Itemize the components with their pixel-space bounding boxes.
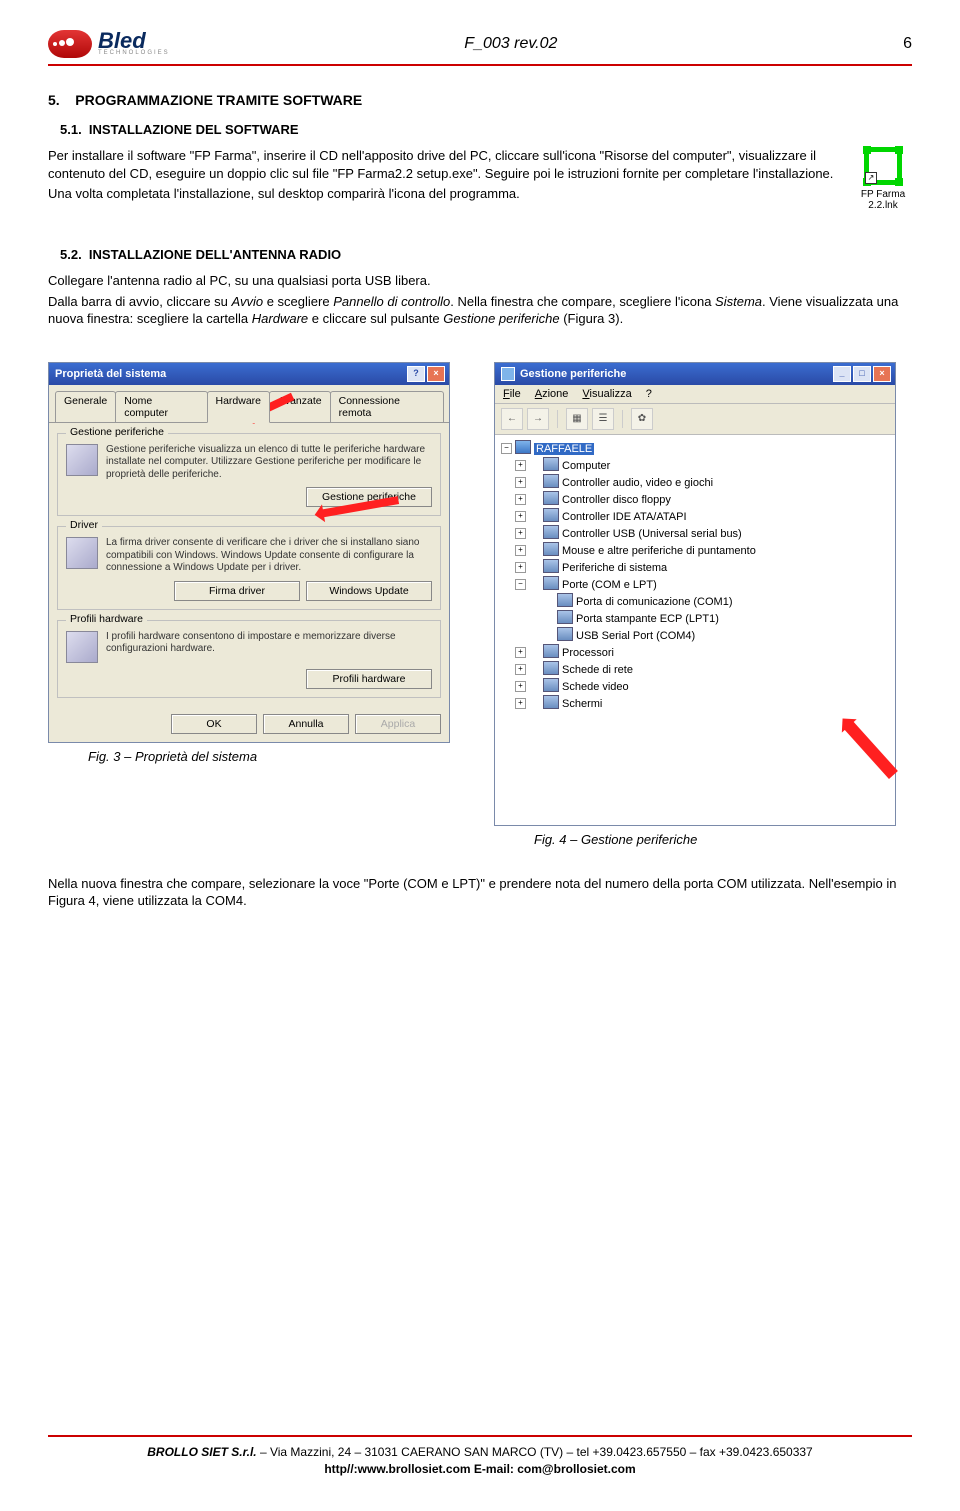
close-button[interactable]: × bbox=[873, 366, 891, 382]
figure-4-caption: Fig. 4 – Gestione periferiche bbox=[494, 832, 912, 847]
tree-item-ports[interactable]: −Porte (COM e LPT) bbox=[515, 575, 889, 592]
section-5-2-heading: 5.2. INSTALLAZIONE DELL'ANTENNA RADIO bbox=[60, 247, 912, 262]
page-footer: BROLLO SIET S.r.l. – Via Mazzini, 24 – 3… bbox=[48, 1433, 912, 1490]
firma-driver-button[interactable]: Firma driver bbox=[174, 581, 300, 601]
system-properties-dialog: Proprietà del sistema ? × Generale Nome … bbox=[48, 362, 450, 743]
footer-company: BROLLO SIET S.r.l. bbox=[147, 1445, 256, 1459]
paragraph-5-2-b: Dalla barra di avvio, cliccare su Avvio … bbox=[48, 293, 912, 328]
menu-azione[interactable]: Azione bbox=[535, 388, 569, 400]
tree-item[interactable]: +Schermi bbox=[515, 694, 889, 711]
profile-icon bbox=[66, 631, 98, 663]
tree-item[interactable]: +Processori bbox=[515, 643, 889, 660]
paragraph-5-1-a: Per installare il software "FP Farma", i… bbox=[48, 147, 838, 182]
menu-file[interactable]: File bbox=[503, 388, 521, 400]
fp-farma-desktop-icon: ↗ FP Farma 2.2.lnk bbox=[854, 147, 912, 211]
tree-item[interactable]: +Mouse e altre periferiche di puntamento bbox=[515, 541, 889, 558]
logo-text: Bled bbox=[98, 32, 170, 51]
tree-item[interactable]: +Controller USB (Universal serial bus) bbox=[515, 524, 889, 541]
toolbar-icon[interactable]: ☰ bbox=[592, 408, 614, 430]
device-tree[interactable]: −RAFFAELE +Computer +Controller audio, v… bbox=[495, 435, 895, 825]
tab-connessione-remota[interactable]: Connessione remota bbox=[330, 391, 444, 422]
apply-button[interactable]: Applica bbox=[355, 714, 441, 734]
tree-leaf-usb-com4[interactable]: USB Serial Port (COM4) bbox=[529, 626, 889, 643]
tree-item[interactable]: +Schede di rete bbox=[515, 660, 889, 677]
tree-leaf[interactable]: Porta di comunicazione (COM1) bbox=[529, 592, 889, 609]
driver-icon bbox=[66, 537, 98, 569]
closing-paragraph: Nella nuova finestra che compare, selezi… bbox=[48, 875, 912, 910]
close-button[interactable]: × bbox=[427, 366, 445, 382]
desktop-icon-caption: FP Farma 2.2.lnk bbox=[854, 189, 912, 211]
menu-help[interactable]: ? bbox=[646, 388, 652, 400]
company-logo: Bled TECHNOLOGIES bbox=[48, 30, 170, 58]
window-title: Gestione periferiche bbox=[520, 368, 626, 380]
document-header: Bled TECHNOLOGIES F_003 rev.02 6 bbox=[48, 30, 912, 62]
tab-nome-computer[interactable]: Nome computer bbox=[115, 391, 207, 422]
cancel-button[interactable]: Annulla bbox=[263, 714, 349, 734]
minimize-button[interactable]: _ bbox=[833, 366, 851, 382]
tree-item[interactable]: +Computer bbox=[515, 456, 889, 473]
tree-item[interactable]: +Controller disco floppy bbox=[515, 490, 889, 507]
section-5-1-heading: 5.1. INSTALLAZIONE DEL SOFTWARE bbox=[60, 122, 912, 137]
tree-item[interactable]: +Controller IDE ATA/ATAPI bbox=[515, 507, 889, 524]
paragraph-5-2-a: Collegare l'antenna radio al PC, su una … bbox=[48, 272, 912, 290]
dialog-title: Proprietà del sistema bbox=[55, 368, 166, 380]
tree-root[interactable]: −RAFFAELE bbox=[501, 439, 889, 456]
forward-button[interactable]: → bbox=[527, 408, 549, 430]
footer-web: http//:www.brollosiet.com E-mail: com@br… bbox=[48, 1462, 912, 1476]
group-driver: Driver La firma driver consente di verif… bbox=[57, 526, 441, 610]
tab-strip: Generale Nome computer Hardware Avanzate… bbox=[49, 385, 449, 423]
tree-item[interactable]: +Schede video bbox=[515, 677, 889, 694]
paragraph-5-1-b: Una volta completata l'installazione, su… bbox=[48, 185, 838, 203]
toolbar-icon[interactable]: ✿ bbox=[631, 408, 653, 430]
figure-3-caption: Fig. 3 – Proprietà del sistema bbox=[48, 749, 466, 764]
tree-leaf[interactable]: Porta stampante ECP (LPT1) bbox=[529, 609, 889, 626]
toolbar: ← → ▦ ☰ ✿ bbox=[495, 404, 895, 435]
tree-item[interactable]: +Periferiche di sistema bbox=[515, 558, 889, 575]
tab-generale[interactable]: Generale bbox=[55, 391, 116, 422]
toolbar-icon[interactable]: ▦ bbox=[566, 408, 588, 430]
page-number: 6 bbox=[852, 35, 912, 53]
document-id: F_003 rev.02 bbox=[170, 35, 852, 53]
menu-bar: File Azione Visualizza ? bbox=[495, 385, 895, 404]
tree-item[interactable]: +Controller audio, video e giochi bbox=[515, 473, 889, 490]
tab-hardware[interactable]: Hardware bbox=[207, 391, 271, 423]
maximize-button[interactable]: □ bbox=[853, 366, 871, 382]
section-5-heading: 5. PROGRAMMAZIONE TRAMITE SOFTWARE bbox=[48, 92, 912, 108]
group-profili-hardware: Profili hardware I profili hardware cons… bbox=[57, 620, 441, 698]
profili-hardware-button[interactable]: Profili hardware bbox=[306, 669, 432, 689]
back-button[interactable]: ← bbox=[501, 408, 523, 430]
logo-subtext: TECHNOLOGIES bbox=[98, 50, 170, 56]
help-button[interactable]: ? bbox=[407, 366, 425, 382]
menu-visualizza[interactable]: Visualizza bbox=[582, 388, 631, 400]
window-titlebar: Gestione periferiche _ □ × bbox=[495, 363, 895, 385]
ok-button[interactable]: OK bbox=[171, 714, 257, 734]
dialog-titlebar: Proprietà del sistema ? × bbox=[49, 363, 449, 385]
windows-update-button[interactable]: Windows Update bbox=[306, 581, 432, 601]
device-manager-window: Gestione periferiche _ □ × File Azione V… bbox=[494, 362, 896, 826]
footer-address: – Via Mazzini, 24 – 31031 CAERANO SAN MA… bbox=[257, 1445, 813, 1459]
device-manager-icon bbox=[66, 444, 98, 476]
